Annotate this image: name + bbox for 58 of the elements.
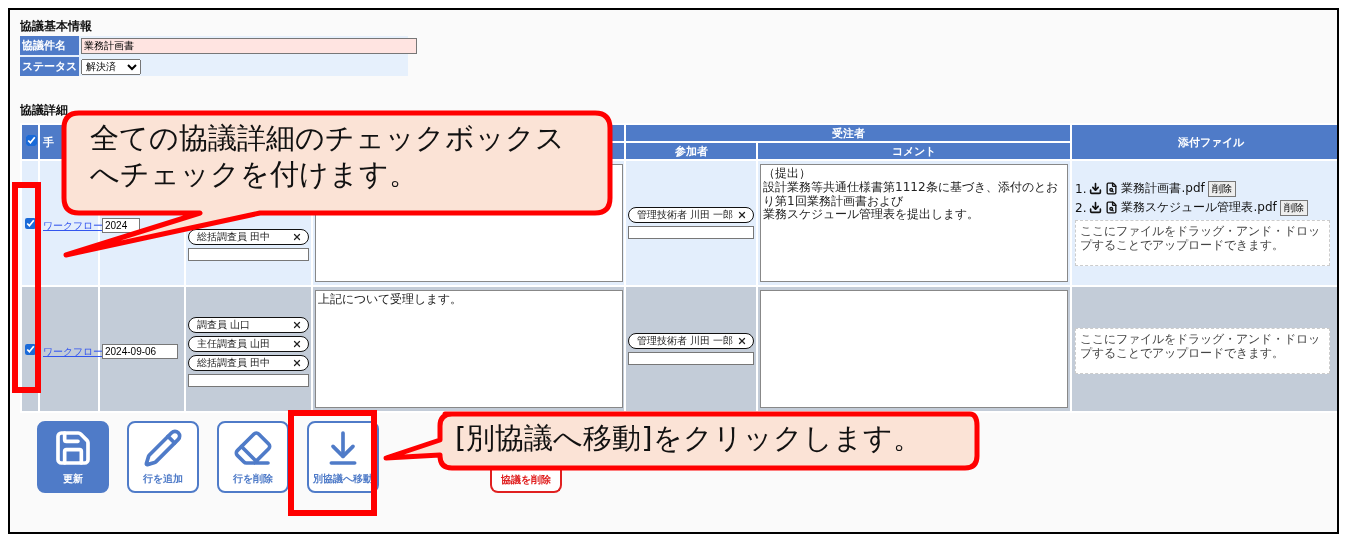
comment-field[interactable]: 上記について受理します。: [315, 290, 623, 408]
status-select[interactable]: 解決済: [81, 58, 141, 75]
remove-icon[interactable]: [292, 339, 302, 349]
participant-chip: 総括調査員 田中: [188, 355, 309, 371]
remove-icon[interactable]: [292, 320, 302, 330]
comment-line: 設計業務等共通仕様書第1112条に基づき、添付のとおり第1回業務計画書および: [763, 180, 1059, 208]
file-number: 1.: [1075, 181, 1087, 196]
remove-icon[interactable]: [292, 358, 302, 368]
participant-chip: 調査員 山口: [188, 317, 309, 333]
row-checkbox[interactable]: [25, 217, 36, 229]
file-dropzone[interactable]: ここにファイルをドラッグ・アンド・ドロップすることでアップロードできます。: [1075, 220, 1331, 266]
comment-field[interactable]: （提出） 設計業務等共通仕様書第1112条に基づき、添付のとおり第1回業務計画書および 業務スケジュール管理表を提出します。: [760, 164, 1069, 282]
participant-input[interactable]: [628, 352, 755, 365]
field-label: 協議件名: [20, 36, 79, 55]
file-name: 業務スケジュール管理表.pdf: [1121, 199, 1277, 216]
comment-field[interactable]: [760, 290, 1069, 408]
action-button[interactable]: 行を追加: [127, 421, 199, 493]
callout-text: 全ての協議詳細のチェックボックス へチェックを付けます。: [90, 120, 565, 193]
column-header: 手: [42, 135, 54, 149]
participant-chip: 主任調査員 山田: [188, 336, 309, 352]
remove-icon[interactable]: [737, 336, 748, 346]
file-dropzone[interactable]: ここにファイルをドラッグ・アンド・ドロップすることでアップロードできます。: [1075, 328, 1331, 374]
file-number: 2.: [1075, 200, 1087, 215]
pencil-icon: [143, 428, 183, 468]
action-button[interactable]: 行を削除: [217, 421, 289, 493]
field-label: ステータス: [20, 57, 79, 76]
workflow-link[interactable]: ワークフロー: [43, 219, 103, 231]
remove-icon[interactable]: [292, 232, 302, 242]
delete-file-button[interactable]: 削除: [1207, 180, 1236, 197]
participant-chip: 管理技術者 川田 一郎: [628, 333, 755, 349]
participant-chip: 総括調査員 田中: [188, 229, 309, 245]
action-button[interactable]: 協議を削除: [490, 469, 562, 493]
date-field[interactable]: 2024: [102, 217, 140, 233]
participant-input[interactable]: [188, 248, 309, 261]
workflow-link[interactable]: ワークフロー: [43, 345, 103, 357]
participant-chip: 管理技術者 川田 一郎: [628, 207, 755, 223]
file-preview-icon[interactable]: [1105, 201, 1119, 214]
action-button[interactable]: 更新: [37, 421, 109, 493]
column-group-header: 受注者: [625, 124, 1072, 142]
section-title: 協議基本情報: [20, 18, 93, 35]
download-icon[interactable]: [1089, 201, 1103, 214]
title-field[interactable]: 業務計画書: [81, 37, 417, 54]
remove-icon[interactable]: [737, 210, 748, 220]
comment-line: （提出）: [763, 167, 813, 181]
participant-input[interactable]: [628, 226, 755, 239]
select-all-checkbox[interactable]: [26, 135, 37, 146]
comment-line: 業務スケジュール管理表を提出します。: [763, 208, 981, 223]
column-header: 添付ファイル: [1071, 124, 1337, 160]
download-icon[interactable]: [1089, 182, 1103, 195]
participant-input[interactable]: [188, 374, 309, 387]
file-preview-icon[interactable]: [1105, 182, 1119, 195]
section-title: 協議詳細: [20, 102, 69, 119]
eraser-icon: [233, 428, 273, 468]
row-checkbox[interactable]: [25, 343, 36, 355]
date-field[interactable]: 2024-09-06: [102, 343, 178, 359]
delete-file-button[interactable]: 削除: [1279, 199, 1308, 216]
file-name: 業務計画書.pdf: [1121, 180, 1205, 197]
callout-text: [別協議へ移動]をクリックします。: [455, 420, 922, 457]
